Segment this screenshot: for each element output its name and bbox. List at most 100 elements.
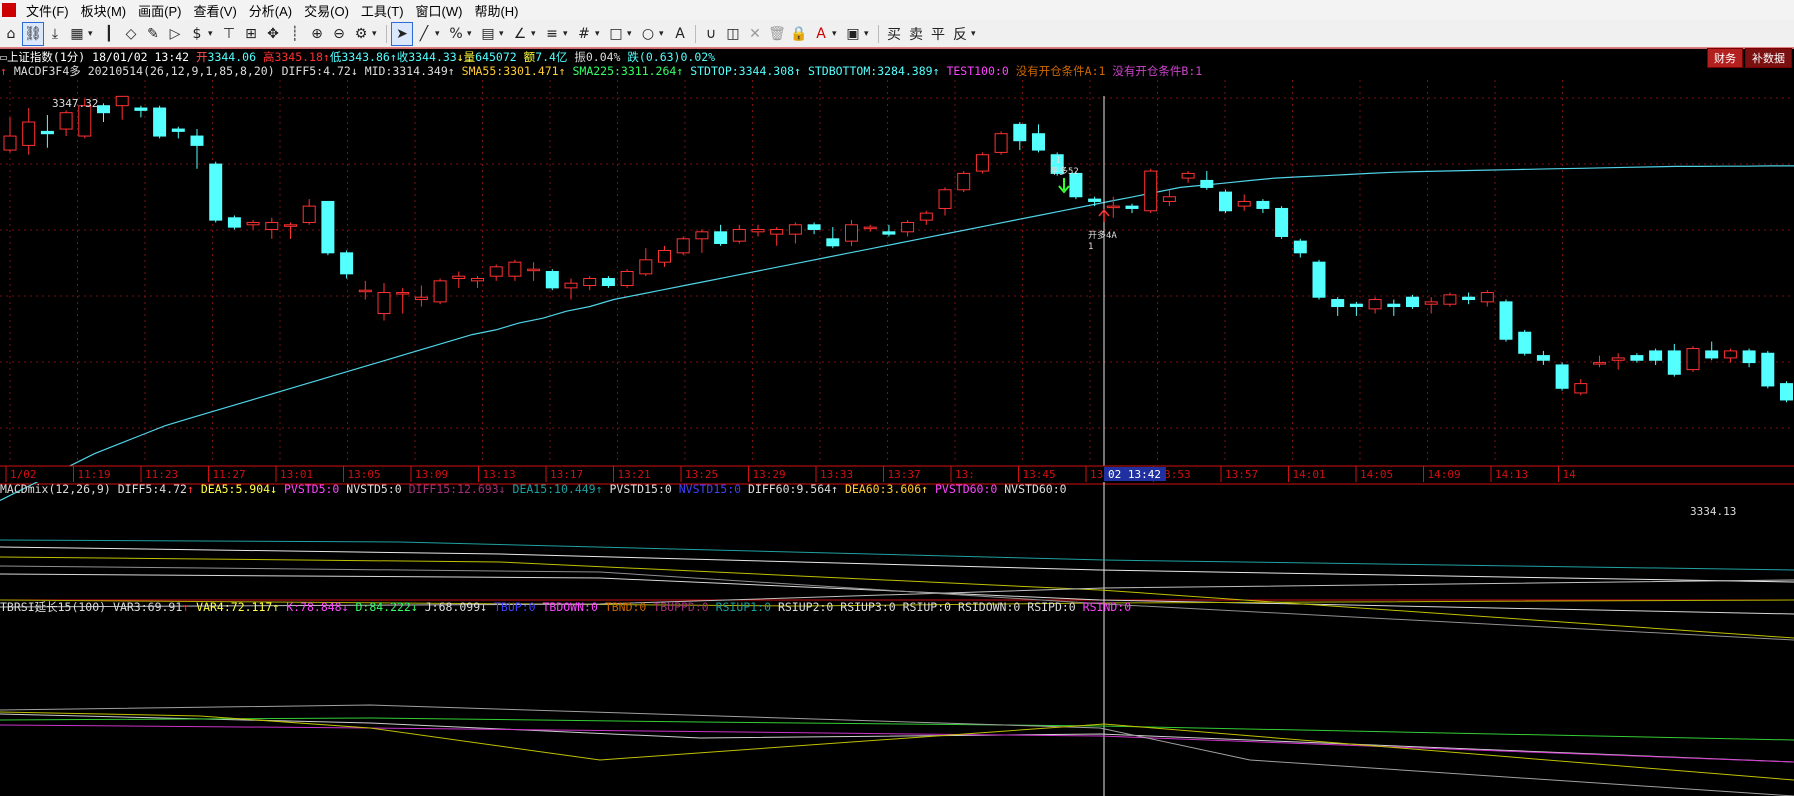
volume-label: 量 <box>463 50 476 64</box>
candle-up <box>1162 196 1176 202</box>
candle-up <box>676 238 690 254</box>
candle-up <box>938 189 952 209</box>
candle-up <box>3 135 17 151</box>
time-tick-label: 11:19 <box>78 468 111 481</box>
time-tick-label: 14:01 <box>1293 468 1326 481</box>
candle-up <box>452 275 466 280</box>
candle-down <box>807 224 821 230</box>
tab-finance[interactable]: 财务 <box>1707 48 1743 68</box>
candle-down <box>1499 301 1513 340</box>
bar-date: 18/01/02 13:42 <box>92 50 190 64</box>
condition-a: 没有开仓条件A:1 <box>1015 64 1106 78</box>
time-tick-label: 13:45 <box>1023 468 1056 481</box>
volume-value: 645072 <box>475 50 517 64</box>
candle-up <box>620 271 634 287</box>
right-tabs: 财务 补数据 <box>1707 48 1792 68</box>
candle-down <box>1293 240 1307 254</box>
candle-up <box>1368 299 1382 310</box>
rsi-k: K:78.848 <box>286 600 342 614</box>
time-tick-label: 13:25 <box>685 468 718 481</box>
candle-up <box>59 112 73 130</box>
candle-up <box>527 268 541 272</box>
candle-up <box>1144 170 1158 212</box>
diff5-value: DIFF5:4.72 <box>281 64 351 78</box>
rsi-line-magenta <box>0 724 1794 763</box>
candle-up <box>564 282 578 289</box>
time-tick-label: 13:37 <box>888 468 921 481</box>
macd-line-teal <box>0 539 1794 571</box>
macd-pvstd60: PVSTD60:0 <box>935 482 998 496</box>
candle-up <box>489 266 503 277</box>
sma225-value: SMA225:3311.264 <box>572 64 677 78</box>
candle-down <box>1349 303 1363 308</box>
candle-down <box>1256 200 1270 209</box>
amplitude-label: 振 <box>574 50 586 64</box>
candle-down <box>882 231 896 235</box>
rsi-tbdown: TBDOWN:0 <box>542 600 598 614</box>
open-value: 3344.06 <box>207 50 256 64</box>
tab-supplement-data[interactable]: 补数据 <box>1745 48 1792 68</box>
signal-open-num: 1 <box>1088 242 1093 252</box>
candle-up <box>1593 362 1606 365</box>
candle-down <box>1649 350 1663 361</box>
time-tick-label: 13:01 <box>280 468 313 481</box>
candle-up <box>751 228 765 233</box>
macd-nvstd15: NVSTD15:0 <box>678 482 742 496</box>
candle-down <box>97 105 110 114</box>
candle-up <box>901 221 915 233</box>
candle-up <box>957 172 971 191</box>
candle-up <box>732 228 746 242</box>
candle-up <box>975 154 989 172</box>
main-indicator-header: ↑ MACDF3F4多 20210514(26,12,9,1,85,8,20) … <box>0 64 1203 78</box>
candle-up <box>246 221 260 226</box>
close-label: 收 <box>396 50 409 64</box>
time-tick-label: 14:13 <box>1495 468 1528 481</box>
time-tick-label: 13: <box>955 468 975 481</box>
macd-diff15: DIFF15:12.693 <box>408 482 499 496</box>
candle-down <box>134 107 148 111</box>
candle-up <box>508 261 522 277</box>
candle-up <box>115 95 129 107</box>
time-tick-label: 13:09 <box>415 468 448 481</box>
candle-down <box>153 107 167 137</box>
candle-down <box>826 238 840 247</box>
candle-down <box>1387 303 1401 308</box>
candle-up <box>583 278 597 287</box>
candle-down <box>1219 191 1232 212</box>
candle-up <box>1237 200 1251 207</box>
rsi-rsiup1: RSIUP1:0 <box>715 600 772 614</box>
signal-close-top: -1 <box>1050 156 1061 166</box>
time-tick-label: 13:33 <box>820 468 853 481</box>
candle-up <box>919 212 933 221</box>
time-tick-label: 13:13 <box>483 468 516 481</box>
stdbottom-value: STDBOTTOM:3284.389 <box>807 64 933 78</box>
candle-up <box>1574 383 1588 394</box>
chart-canvas[interactable]: 3347.32 3334.13 -1平多52 开多4A1 1/02 11:19 11:23 1… <box>0 0 1794 796</box>
rsi-d: D:84.222 <box>355 600 411 614</box>
rsi-name: TBRSI延长15(100) <box>0 600 107 614</box>
quote-header: ▭上证指数(1分) 18/01/02 13:42 开3344.06 高3345.… <box>0 50 716 64</box>
candle-down <box>1125 205 1139 209</box>
high-label: 高 <box>262 50 275 64</box>
candle-up <box>845 224 858 242</box>
time-tick-label: 14:09 <box>1428 468 1461 481</box>
rsi-tbup: TBUP:0 <box>494 600 536 614</box>
candle-down <box>1555 364 1569 389</box>
candle-down <box>209 163 223 221</box>
rsi-tbuppd: TBUPPD:0 <box>653 600 709 614</box>
candle-up <box>770 228 784 235</box>
rsi-line-yellow <box>0 711 1794 781</box>
candle-down <box>321 200 335 254</box>
macd-dea5: DEA5:5.904 <box>200 482 271 496</box>
macd-nvstd60: NVSTD60:0 <box>1004 482 1067 496</box>
candle-down <box>1406 296 1419 308</box>
time-tick-label: 14 <box>1563 468 1577 481</box>
candle-up <box>377 292 391 315</box>
test100-value: TEST100:0 <box>946 64 1009 78</box>
candle-down <box>1331 299 1345 308</box>
candle-up <box>358 289 372 293</box>
rsi-rsiup2: RSIUP2:0 <box>777 600 834 614</box>
macd-name: MACDmix(12,26,9) <box>0 482 111 496</box>
candle-down <box>171 128 185 132</box>
change-label: 跌 <box>627 50 639 64</box>
